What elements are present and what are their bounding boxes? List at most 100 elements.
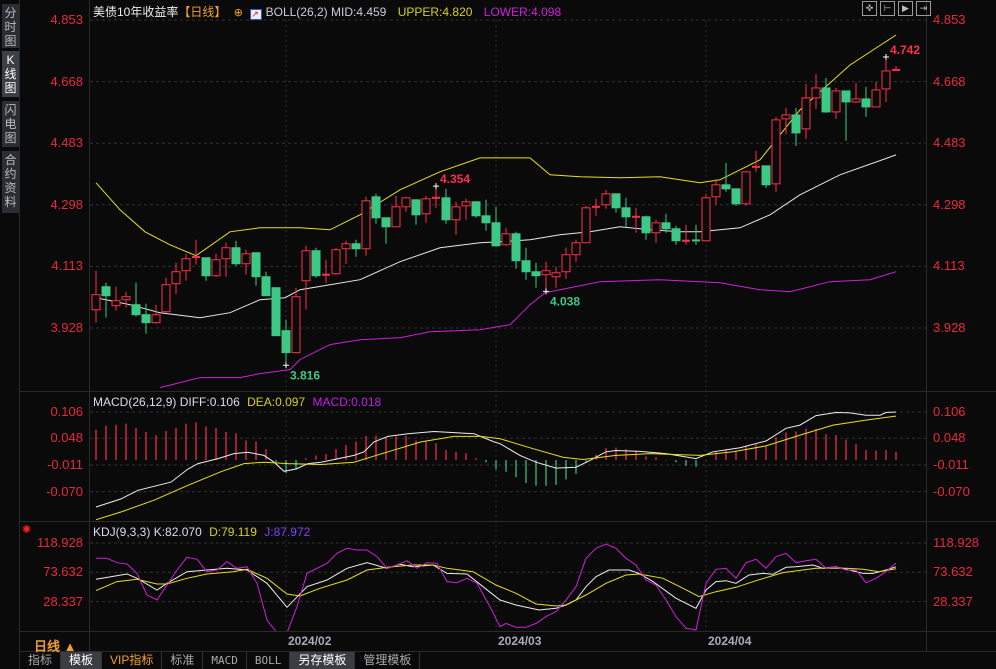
candle-up (421, 195, 431, 223)
toolbar-vip-indicators[interactable]: VIP指标 (102, 652, 163, 669)
candle-body (281, 330, 291, 354)
extreme-marker (433, 183, 439, 190)
candle-body (481, 215, 491, 224)
candle-body (741, 171, 751, 205)
boll-lower-label: LOWER:4.098 (483, 5, 562, 19)
toolbar-save-template[interactable]: 另存模板 (290, 652, 356, 669)
crosshair-icon[interactable]: ✜ (862, 1, 877, 16)
candle-up (781, 107, 791, 134)
candle-body (621, 207, 631, 218)
candle-body (311, 250, 321, 277)
candle-up (551, 266, 561, 288)
candle-up (161, 277, 171, 313)
candle-body (421, 198, 431, 215)
candle-down (271, 287, 281, 337)
candle-up (741, 171, 751, 206)
candle-up (361, 196, 371, 256)
candle-up (581, 205, 591, 244)
candle-body (521, 260, 531, 273)
candle-body (811, 87, 821, 99)
candle-body (301, 250, 311, 282)
candle-down (311, 247, 321, 278)
candle-up (601, 189, 611, 209)
candle-body (221, 247, 231, 260)
candle-down (531, 262, 541, 288)
candle-up (91, 270, 101, 323)
candle-up (501, 227, 511, 246)
candle-up (221, 242, 231, 277)
kdj-j-line (96, 543, 897, 631)
toolbar-indicators[interactable]: 指标 (20, 652, 62, 669)
candle-body (271, 287, 281, 337)
candle-up (752, 150, 760, 172)
candle-body (471, 201, 481, 217)
candle-down (371, 193, 381, 224)
candle-up (881, 56, 891, 102)
candle-up (461, 198, 471, 220)
toolbar-manage-templates[interactable]: 管理模板 (355, 652, 421, 669)
candle-body (871, 89, 881, 108)
kdj-j: J:87.972 (264, 525, 311, 539)
candle-body (151, 314, 161, 324)
indicator-chart-icon[interactable]: ↗ (250, 9, 263, 20)
candle-body (761, 165, 771, 186)
indicator-toolbar: 指标 模板 VIP指标 标准 MACD BOLL 另存模板 管理模板 (20, 652, 421, 669)
candle-up (211, 253, 221, 277)
candle-body (611, 193, 621, 209)
zoom-in-icon[interactable]: ⊢ (880, 1, 895, 16)
date-axis-label: 2024/03 (498, 634, 542, 648)
toolbar-boll[interactable]: BOLL (247, 652, 291, 669)
candle-body (441, 197, 451, 221)
boll-label: BOLL(26,2) MID:4.459 (265, 5, 387, 19)
extreme-label: 4.742 (890, 43, 920, 57)
extreme-marker (283, 362, 289, 369)
candle-body (401, 197, 411, 208)
candle-down (611, 193, 621, 213)
candle-body (771, 119, 781, 185)
toolbar-standard[interactable]: 标准 (162, 652, 204, 669)
move-right-icon[interactable]: ⇥ (916, 1, 931, 16)
candle-up (301, 245, 311, 310)
kdj-params: KDJ(9,3,3) (93, 525, 151, 539)
instrument-name: 美债10年收益率 (93, 5, 179, 19)
candle-body (671, 228, 681, 242)
add-indicator-icon[interactable]: ⊕ (234, 7, 243, 19)
candle-body (491, 222, 501, 247)
candle-down (621, 197, 631, 227)
candle-body (351, 243, 361, 250)
candle-up (331, 247, 341, 275)
toolbar-template[interactable]: 模板 (61, 652, 103, 669)
candle-down (511, 231, 521, 269)
candle-up (701, 193, 711, 242)
kdj-d: D:79.119 (209, 525, 257, 539)
candle-up (241, 249, 251, 275)
boll-upper-label: UPPER:4.820 (397, 5, 473, 19)
play-forward-icon[interactable]: ▶ (898, 1, 913, 16)
candle-up (322, 259, 330, 283)
candle-body (131, 304, 141, 316)
candle-up (771, 116, 781, 192)
candle-up (171, 262, 181, 294)
candle-up (192, 239, 200, 265)
candle-body (331, 249, 341, 275)
macd-diff: DIFF:0.106 (179, 395, 240, 409)
kdj-settings-icon[interactable]: ✺ (22, 523, 31, 536)
candle-up (391, 195, 401, 228)
candle-up (711, 178, 721, 205)
candle-body (251, 252, 261, 278)
candle-body (841, 90, 851, 103)
candle-body (861, 98, 871, 108)
candle-up (181, 253, 191, 281)
candle-up (341, 240, 351, 264)
toolbar-macd[interactable]: MACD (203, 652, 247, 669)
chart-tools: ✜ ⊢ ▶ ⇥ (862, 1, 931, 16)
candle-body (141, 314, 151, 324)
date-axis-label: 2024/04 (708, 634, 752, 648)
candle-body (511, 233, 521, 262)
candle-body (791, 114, 801, 134)
candle-body (391, 206, 401, 228)
candle-body (711, 184, 721, 198)
chart-canvas[interactable]: 4.354 3.816 4.038 4.742 (0, 0, 996, 669)
candle-body (851, 98, 861, 103)
candle-down (351, 239, 361, 257)
